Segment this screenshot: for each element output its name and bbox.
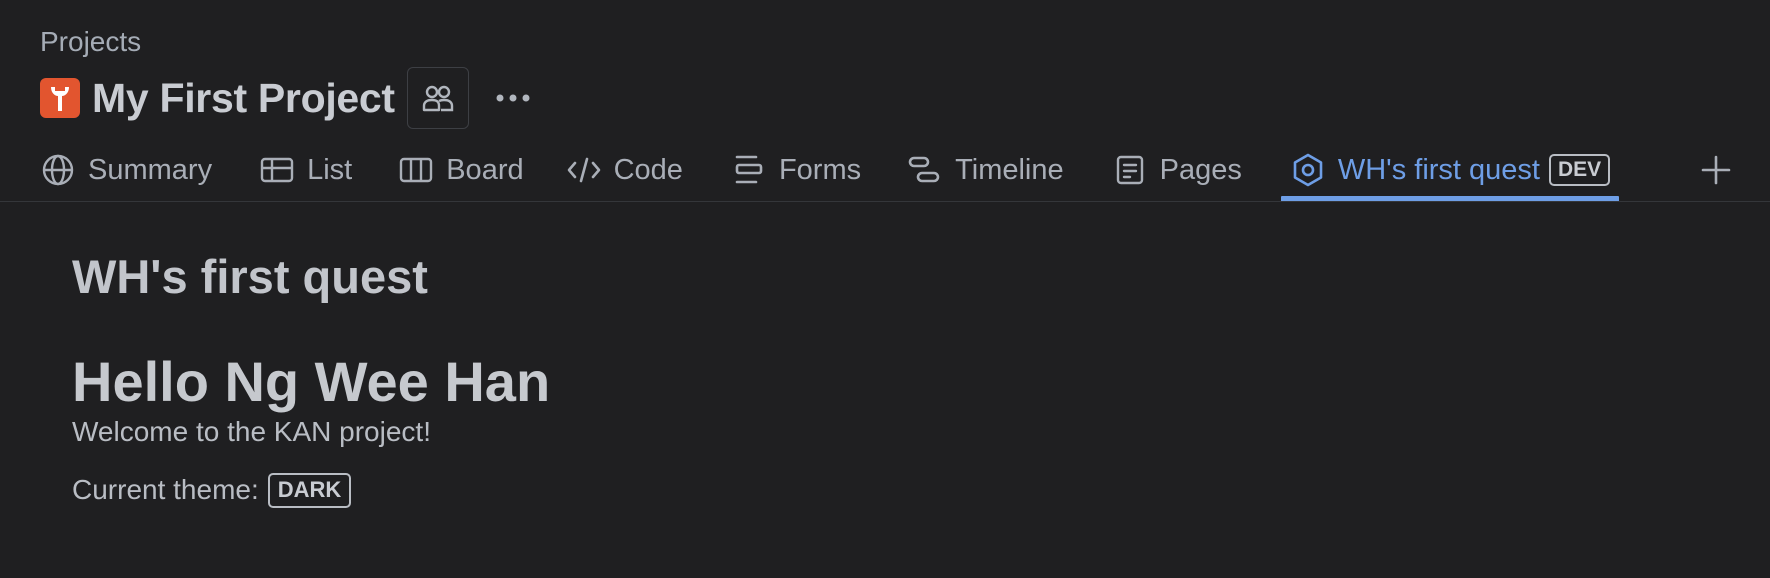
theme-label: Current theme: [72, 474, 259, 505]
project-people-button[interactable] [406, 67, 469, 129]
tab-timeline[interactable]: Timeline [907, 144, 1064, 196]
project-tabs: Summary List Board Code Forms Timeline P… [40, 144, 1620, 202]
theme-row: Current theme: DARK [72, 472, 550, 508]
dev-badge: DEV [1548, 154, 1611, 186]
project-title-row: My First Project [40, 66, 535, 130]
tab-wh-first-quest[interactable]: WH's first quest DEV [1280, 144, 1620, 202]
timeline-icon [907, 152, 943, 188]
people-icon [422, 85, 453, 112]
tab-pages[interactable]: Pages [1112, 144, 1242, 196]
tab-label: Board [446, 153, 524, 186]
tab-board[interactable]: Board [398, 144, 524, 196]
header-divider [0, 201, 1770, 202]
tab-label: Forms [778, 153, 862, 186]
project-header: Projects My First Project Summary List B… [0, 0, 1770, 202]
greeting-heading: Hello Ng Wee Han [72, 350, 551, 413]
forms-icon [731, 152, 767, 188]
app-content: WH's first quest Hello Ng Wee Han Welcom… [72, 240, 550, 508]
more-horizontal-icon [496, 94, 530, 102]
hexagon-app-icon [1290, 152, 1326, 188]
project-title: My First Project [92, 75, 395, 121]
tab-summary[interactable]: Summary [40, 144, 212, 196]
pages-icon [1112, 152, 1148, 188]
tab-label: Summary [88, 153, 213, 186]
tab-label: Code [613, 153, 683, 186]
list-table-icon [259, 152, 295, 188]
plus-icon [1701, 155, 1731, 185]
code-icon [566, 152, 602, 188]
tab-label: Timeline [955, 153, 1064, 186]
theme-badge: DARK [267, 472, 352, 508]
tab-forms[interactable]: Forms [731, 144, 861, 196]
page-title: WH's first quest [72, 250, 428, 303]
tab-code[interactable]: Code [566, 144, 683, 196]
more-options-button[interactable] [491, 76, 535, 120]
breadcrumb-projects[interactable]: Projects [40, 24, 141, 60]
add-tab-button[interactable] [1696, 150, 1736, 190]
tab-list[interactable]: List [259, 144, 352, 196]
board-columns-icon [398, 152, 434, 188]
tab-label: WH's first quest [1337, 153, 1540, 186]
globe-icon [40, 152, 76, 188]
tab-label: Pages [1159, 153, 1242, 186]
project-avatar-icon[interactable] [40, 78, 80, 118]
tab-label: List [307, 153, 353, 186]
